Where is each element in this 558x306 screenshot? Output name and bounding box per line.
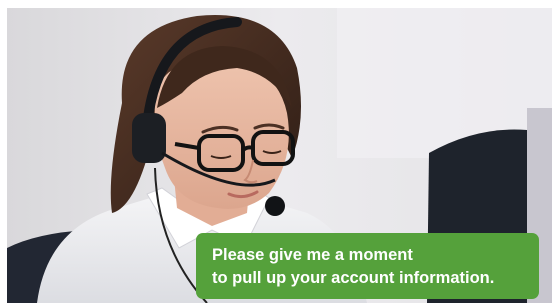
caption-box: Please give me a moment to pull up your … bbox=[196, 233, 539, 299]
caption-line-1: Please give me a moment bbox=[212, 246, 413, 264]
headset-earcup bbox=[132, 113, 166, 163]
caption-line-2: to pull up your account information. bbox=[212, 269, 495, 287]
headset-mic bbox=[265, 196, 285, 216]
